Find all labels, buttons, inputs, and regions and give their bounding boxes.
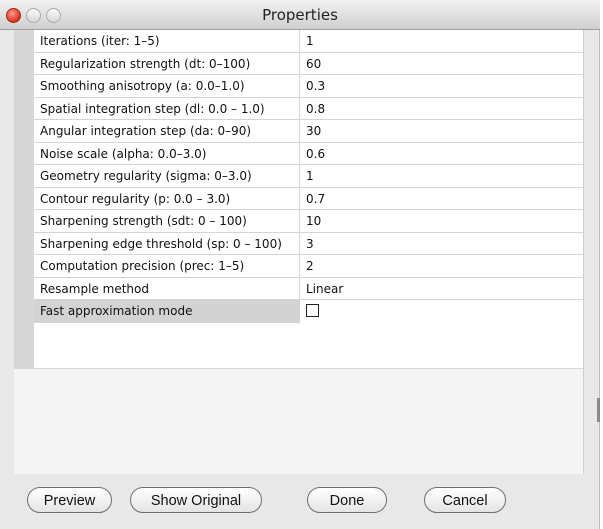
property-name: Regularization strength (dt: 0–100) [34, 52, 300, 74]
property-row-computation-precision[interactable]: Computation precision (prec: 1–5) 2 [34, 255, 584, 278]
resample-method-select[interactable]: Linear [300, 278, 584, 300]
property-row-angular-integration-step[interactable]: Angular integration step (da: 0–90) 30 [34, 120, 584, 143]
cancel-button[interactable]: Cancel [424, 487, 506, 513]
property-name: Contour regularity (p: 0.0 – 3.0) [34, 187, 300, 209]
property-value-field[interactable]: 0.6 [300, 143, 584, 165]
fast-approximation-checkbox[interactable] [306, 304, 319, 317]
property-row-noise-scale[interactable]: Noise scale (alpha: 0.0–3.0) 0.6 [34, 142, 584, 165]
property-name: Smoothing anisotropy (a: 0.0–1.0) [34, 75, 300, 97]
property-row-iterations[interactable]: Iterations (iter: 1–5) 1 [34, 30, 584, 53]
property-value-field[interactable]: 1 [300, 30, 584, 52]
title-bar[interactable]: Properties [0, 0, 600, 30]
property-row-resample-method[interactable]: Resample method Linear [34, 277, 584, 300]
table-right-border [583, 30, 584, 474]
property-row-fast-approximation-mode[interactable]: Fast approximation mode [34, 300, 584, 323]
window-title: Properties [262, 6, 338, 24]
property-name: Angular integration step (da: 0–90) [34, 120, 300, 142]
property-name: Spatial integration step (dl: 0.0 – 1.0) [34, 97, 300, 119]
property-row-sharpening-strength[interactable]: Sharpening strength (sdt: 0 – 100) 10 [34, 210, 584, 233]
property-row-smoothing-anisotropy[interactable]: Smoothing anisotropy (a: 0.0–1.0) 0.3 [34, 75, 584, 98]
property-value-field[interactable]: 30 [300, 120, 584, 142]
table-empty-area [14, 368, 584, 474]
done-button[interactable]: Done [307, 487, 387, 513]
property-row-geometry-regularity[interactable]: Geometry regularity (sigma: 0–3.0) 1 [34, 165, 584, 188]
table-row-header-strip [14, 30, 34, 368]
property-value-field[interactable]: 1 [300, 165, 584, 187]
property-row-regularization-strength[interactable]: Regularization strength (dt: 0–100) 60 [34, 52, 584, 75]
properties-rows: Iterations (iter: 1–5) 1 Regularization … [34, 30, 584, 323]
preview-button[interactable]: Preview [27, 487, 112, 513]
property-value-field[interactable]: 10 [300, 210, 584, 232]
property-row-sharpening-edge-threshold[interactable]: Sharpening edge threshold (sp: 0 – 100) … [34, 232, 584, 255]
property-name: Iterations (iter: 1–5) [34, 30, 300, 52]
property-row-contour-regularity[interactable]: Contour regularity (p: 0.0 – 3.0) 0.7 [34, 187, 584, 210]
property-value-field[interactable]: 3 [300, 233, 584, 255]
property-name: Resample method [34, 277, 300, 299]
property-value-cell [300, 300, 584, 323]
property-name: Sharpening strength (sdt: 0 – 100) [34, 210, 300, 232]
property-value-field[interactable]: 0.7 [300, 188, 584, 210]
property-value-field[interactable]: 2 [300, 255, 584, 277]
property-row-spatial-integration-step[interactable]: Spatial integration step (dl: 0.0 – 1.0)… [34, 97, 584, 120]
property-name: Noise scale (alpha: 0.0–3.0) [34, 142, 300, 164]
property-value-field[interactable]: 60 [300, 53, 584, 75]
property-value-field[interactable]: 0.8 [300, 98, 584, 120]
window-edge-marker [597, 398, 600, 422]
property-name: Geometry regularity (sigma: 0–3.0) [34, 165, 300, 187]
property-name: Fast approximation mode [34, 300, 300, 323]
properties-window: Properties Iterations (iter: 1–5) 1 Regu… [0, 0, 600, 529]
property-value-field[interactable]: 0.3 [300, 75, 584, 97]
property-name: Sharpening edge threshold (sp: 0 – 100) [34, 232, 300, 254]
property-name: Computation precision (prec: 1–5) [34, 255, 300, 277]
show-original-button[interactable]: Show Original [130, 487, 262, 513]
